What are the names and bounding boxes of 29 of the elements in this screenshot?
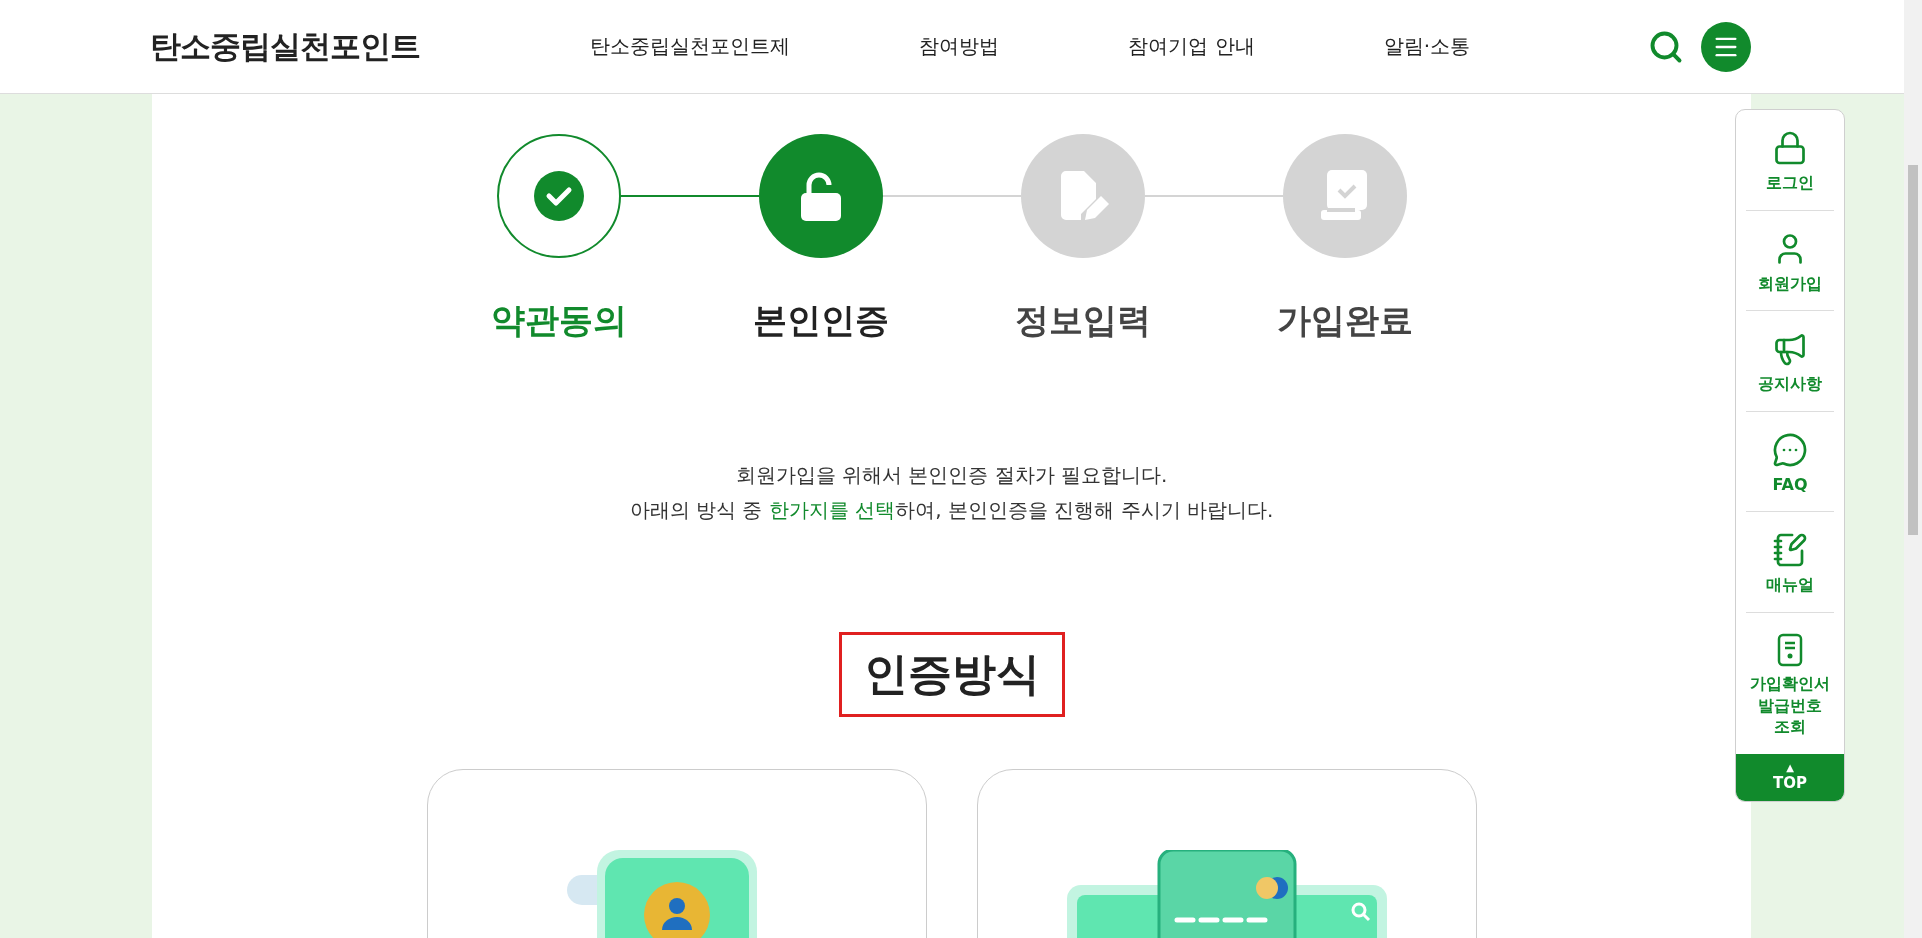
intro-text: 회원가입을 위해서 본인인증 절차가 필요합니다.: [735, 462, 1168, 489]
check-icon: [533, 171, 584, 221]
quick-menu-item[interactable]: 공지사항: [1746, 311, 1834, 412]
step-label: 본인인증: [752, 299, 889, 342]
nav-link[interactable]: 탄소중립실천포인트제: [590, 33, 790, 60]
site-logo[interactable]: 탄소중립실천포인트: [150, 25, 590, 68]
nav-link[interactable]: 참여기업 안내: [1128, 33, 1255, 60]
top-button[interactable]: ▲ TOP: [1736, 753, 1844, 801]
nav-link[interactable]: 참여방법: [919, 33, 1000, 60]
quick-menu-item[interactable]: 가입확인서 발급번호 조회: [1746, 612, 1834, 754]
quick-menu-item[interactable]: 로그인: [1746, 110, 1834, 211]
section-title: 인증방식: [838, 632, 1065, 717]
menu-button[interactable]: [1701, 21, 1751, 72]
intro-text: 아래의 방식 중 한가지를 선택하여, 본인인증을 진행해 주시기 바랍니다.: [629, 497, 1274, 524]
step-label: 약관동의: [490, 299, 627, 342]
scrollbar[interactable]: [1904, 0, 1922, 938]
quick-menu-item[interactable]: FAQ: [1746, 411, 1834, 513]
megaphone-icon: [1772, 331, 1808, 368]
chat-icon: [1772, 431, 1808, 468]
unlock-icon: [800, 171, 841, 221]
certificate-icon: [1777, 632, 1803, 667]
document-check-icon: [1320, 170, 1369, 222]
nav-link[interactable]: 알림·소통: [1383, 33, 1470, 60]
step-label: 가입완료: [1276, 299, 1413, 342]
step-label: 정보입력: [1014, 299, 1151, 342]
quick-menu-item[interactable]: 회원가입: [1746, 210, 1834, 312]
quick-menu-item[interactable]: 매뉴얼: [1746, 512, 1834, 613]
document-icon: [1772, 532, 1808, 569]
lock-icon: [1772, 130, 1808, 166]
